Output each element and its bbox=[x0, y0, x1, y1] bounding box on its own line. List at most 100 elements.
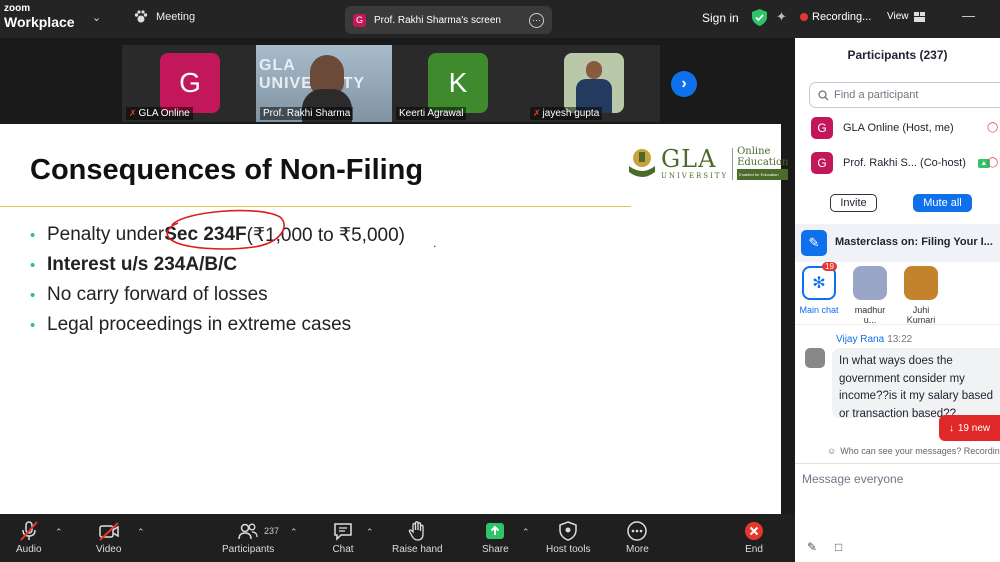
bullet-item: • Interest u/s 234A/B/C bbox=[30, 250, 405, 280]
participant-name: Prof. Rakhi Sharma bbox=[263, 108, 351, 119]
divider bbox=[795, 463, 1000, 464]
recording-dot-icon bbox=[800, 13, 808, 21]
participants-label: Participants bbox=[222, 544, 275, 555]
participants-options-chevron-icon[interactable]: ⌃ bbox=[290, 527, 298, 538]
participant-name: Prof. Rakhi S... (Co-host) bbox=[843, 157, 966, 169]
view-grid-icon bbox=[913, 11, 925, 22]
chat-button[interactable]: Chat bbox=[332, 520, 354, 555]
sender-name: Vijay Rana bbox=[836, 334, 885, 345]
view-button[interactable]: View bbox=[887, 11, 926, 22]
audio-button[interactable]: Audio bbox=[16, 520, 42, 555]
end-label: End bbox=[745, 544, 763, 555]
chat-title: Masterclass on: Filing Your I... bbox=[835, 236, 993, 248]
participants-title: Participants (237) bbox=[847, 48, 948, 62]
video-label: Video bbox=[96, 544, 122, 555]
brand-top: zoom bbox=[4, 3, 31, 14]
participant-name-tag: ✗ jayesh gupta bbox=[530, 107, 603, 120]
minimize-icon[interactable]: — bbox=[962, 8, 975, 23]
video-options-chevron-icon[interactable]: ⌃ bbox=[137, 527, 145, 538]
recording-label: Recording... bbox=[812, 11, 872, 23]
share-label: Share bbox=[482, 544, 509, 555]
meeting-paw-icon bbox=[134, 10, 148, 23]
new-messages-button[interactable]: ↓ 19 new bbox=[939, 415, 1000, 441]
chat-header[interactable]: ✎ Masterclass on: Filing Your I... bbox=[795, 224, 1000, 262]
chat-channel[interactable]: madhur u... bbox=[850, 266, 890, 325]
mic-muted-icon: ✗ bbox=[129, 108, 137, 118]
screen-share-tab[interactable]: G Prof. Rakhi Sharma's screen ⋯ bbox=[345, 6, 552, 34]
participant-photo bbox=[564, 53, 624, 113]
channel-label: Juhi Kumari bbox=[906, 305, 936, 325]
raise-hand-label: Raise hand bbox=[392, 544, 443, 555]
participant-name-tag: Prof. Rakhi Sharma bbox=[260, 107, 354, 120]
participant-avatar: G bbox=[811, 117, 833, 139]
more-dots-icon bbox=[627, 521, 648, 541]
slide-divider bbox=[0, 206, 631, 207]
participant-name-tag: ✗ GLA Online bbox=[126, 107, 193, 120]
chat-icon bbox=[334, 523, 352, 541]
participant-name-tag: Keerti Agrawal bbox=[396, 107, 467, 120]
stray-mark: . bbox=[433, 236, 437, 250]
chat-message[interactable]: In what ways does the government conside… bbox=[832, 348, 1000, 418]
bullet-text: Interest u/s 234A/B/C bbox=[47, 254, 238, 275]
audio-label: Audio bbox=[16, 544, 42, 555]
view-label: View bbox=[887, 11, 909, 22]
share-screen-icon bbox=[486, 523, 505, 539]
invite-button[interactable]: Invite bbox=[830, 194, 877, 212]
participants-count: 237 bbox=[264, 526, 280, 536]
host-tools-button[interactable]: Host tools bbox=[546, 520, 590, 555]
participant-tile[interactable]: G ✗ GLA Online bbox=[122, 45, 256, 122]
participant-row[interactable]: G Prof. Rakhi S... (Co-host) ▲ bbox=[811, 152, 990, 174]
logo-tagline: Enabled for Education bbox=[737, 169, 789, 180]
message-visibility-link[interactable]: ☺ Who can see your messages? Recording bbox=[827, 446, 1000, 456]
meeting-toolbar: Audio ⌃ Video ⌃ Participants 237 ⌃ Chat … bbox=[0, 514, 795, 562]
participant-avatar: G bbox=[811, 152, 833, 174]
main-chat-channel[interactable]: ✻ 19 Main chat bbox=[799, 262, 839, 315]
share-options-chevron-icon[interactable]: ⌃ bbox=[522, 527, 530, 538]
participant-search-input[interactable]: Find a participant bbox=[809, 82, 1000, 108]
recording-indicator[interactable]: Recording... bbox=[800, 11, 871, 23]
logo-sub: UNIVERSITY bbox=[661, 172, 729, 180]
participant-tile[interactable]: K Keerti Agrawal bbox=[392, 45, 526, 122]
security-shield-icon[interactable] bbox=[752, 9, 767, 26]
end-meeting-button[interactable]: End bbox=[743, 520, 765, 555]
share-button[interactable]: Share bbox=[482, 520, 509, 555]
video-button[interactable]: Video bbox=[96, 520, 121, 555]
bullet-dot: • bbox=[30, 226, 36, 244]
top-bar: zoom Workplace ⌄ Meeting G Prof. Rakhi S… bbox=[0, 0, 1000, 38]
message-input[interactable]: Message everyone bbox=[802, 472, 903, 486]
mic-muted-icon[interactable]: ◯ bbox=[987, 157, 998, 168]
mute-all-button[interactable]: Mute all bbox=[913, 194, 972, 212]
main-chat-paw-icon: ✻ bbox=[802, 266, 836, 300]
meeting-tab[interactable]: Meeting bbox=[134, 10, 195, 23]
chat-channel[interactable]: Juhi Kumari bbox=[900, 266, 942, 325]
ai-companion-icon[interactable]: ✦ bbox=[776, 9, 787, 25]
search-icon bbox=[818, 89, 829, 100]
participant-name: Keerti Agrawal bbox=[399, 108, 464, 119]
visibility-label: Who can see your messages? Recording bbox=[840, 446, 1000, 456]
participant-row[interactable]: G GLA Online (Host, me) bbox=[811, 117, 954, 139]
search-placeholder: Find a participant bbox=[834, 89, 919, 101]
logo-wordmark: GLA UNIVERSITY bbox=[661, 146, 728, 180]
brand-bottom: Workplace bbox=[4, 14, 75, 30]
video-off-icon bbox=[98, 522, 119, 541]
more-button[interactable]: More bbox=[626, 520, 649, 555]
participant-tile-active-speaker[interactable]: GLA UNIVERSITY Prof. Rakhi Sharma bbox=[256, 45, 392, 122]
shared-slide: Consequences of Non-Filing GLA UNIVERSIT… bbox=[0, 124, 789, 514]
format-text-icon[interactable]: ✎ bbox=[807, 540, 817, 554]
file-attach-icon[interactable]: □ bbox=[835, 540, 842, 554]
bullet-dot: • bbox=[30, 256, 36, 274]
next-page-arrow-icon[interactable]: › bbox=[671, 71, 697, 97]
message-time: 13:22 bbox=[887, 334, 913, 345]
mic-muted-icon[interactable]: ◯ bbox=[987, 122, 998, 133]
message-sender[interactable]: Vijay Rana 13:22 bbox=[836, 334, 912, 345]
audio-options-chevron-icon[interactable]: ⌃ bbox=[55, 527, 63, 538]
share-avatar: G bbox=[353, 13, 366, 27]
sign-in-button[interactable]: Sign in bbox=[702, 11, 739, 25]
chat-options-chevron-icon[interactable]: ⌃ bbox=[366, 527, 374, 538]
logo-education: Education bbox=[737, 157, 789, 168]
raise-hand-button[interactable]: Raise hand bbox=[392, 520, 443, 555]
participant-avatar: G bbox=[160, 53, 220, 113]
chevron-down-icon[interactable]: ⌄ bbox=[92, 11, 101, 24]
more-options-icon[interactable]: ⋯ bbox=[529, 12, 544, 28]
participant-tile[interactable]: ✗ jayesh gupta bbox=[526, 45, 660, 122]
